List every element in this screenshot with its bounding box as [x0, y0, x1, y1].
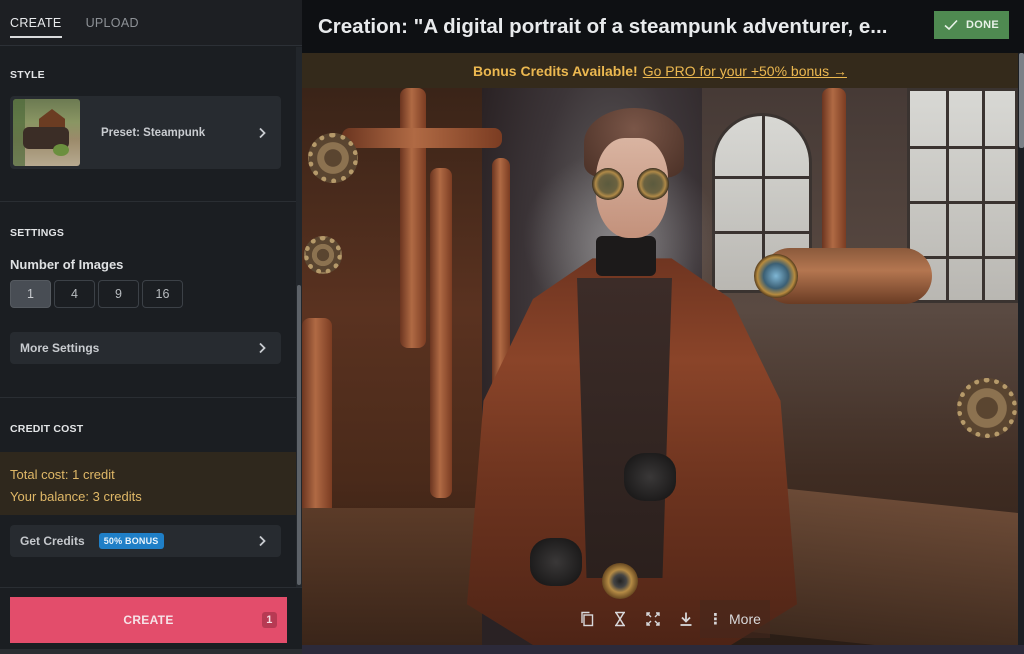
workbench-left [302, 508, 482, 645]
total-cost: Total cost: 1 credit [10, 467, 115, 482]
kebab-icon: ⋮ [708, 611, 723, 628]
done-label: DONE [966, 19, 999, 31]
download-icon[interactable] [669, 609, 702, 629]
chevron-right-icon [257, 127, 269, 139]
telescope-lens [754, 254, 798, 298]
copy-icon[interactable] [570, 609, 603, 629]
tab-create[interactable]: CREATE [10, 0, 62, 46]
images-option-16[interactable]: 16 [142, 280, 183, 308]
more-settings-button[interactable]: More Settings [10, 332, 281, 364]
main-scrollbar[interactable] [1018, 53, 1024, 645]
glove [530, 538, 582, 586]
create-count-badge: 1 [262, 612, 277, 628]
steampunk-portrait [302, 88, 1018, 645]
main-bottom-edge [302, 645, 1024, 654]
pipe [822, 88, 846, 268]
credit-summary: Total cost: 1 credit Your balance: 3 cre… [0, 452, 296, 515]
settings-section-title: SETTINGS [10, 227, 65, 239]
generated-image[interactable]: ⋮ More [302, 88, 1018, 645]
gear [308, 133, 358, 183]
create-button-label: CREATE [123, 613, 174, 627]
vest [577, 278, 672, 578]
gear [304, 236, 342, 274]
pipe [302, 318, 332, 518]
gear [957, 378, 1017, 438]
images-option-9[interactable]: 9 [98, 280, 139, 308]
number-of-images-label: Number of Images [10, 257, 124, 272]
images-option-4[interactable]: 4 [54, 280, 95, 308]
sidebar-tabs: CREATE UPLOAD [0, 0, 302, 46]
goggle-lens-right [637, 168, 669, 200]
sidebar-bottom-edge [0, 649, 302, 654]
settings-section: SETTINGS Number of Images 1 4 9 16 More … [0, 202, 296, 398]
more-button[interactable]: ⋮ More [708, 610, 761, 628]
images-option-1[interactable]: 1 [10, 280, 51, 308]
belt-buckle [602, 563, 638, 599]
collar [596, 236, 656, 276]
sidebar: CREATE UPLOAD STYLE Preset: Steampunk SE… [0, 0, 302, 654]
bonus-banner: Bonus Credits Available! Go PRO for your… [302, 53, 1018, 88]
your-balance: Your balance: 3 credits [10, 489, 142, 504]
checkmark-icon [944, 19, 958, 31]
go-pro-link[interactable]: Go PRO for your +50% bonus → [643, 63, 847, 79]
expand-icon[interactable] [636, 609, 669, 629]
get-credits-label: Get Credits [20, 534, 85, 548]
style-section: STYLE Preset: Steampunk [0, 47, 296, 202]
number-of-images-selector: 1 4 9 16 [10, 280, 286, 308]
page-title: Creation: "A digital portrait of a steam… [318, 14, 888, 38]
pipe [400, 88, 426, 348]
pipe [342, 128, 502, 148]
goggle-lens-left [592, 168, 624, 200]
thumb-bush [53, 144, 69, 156]
glove [624, 453, 676, 501]
preset-selector[interactable]: Preset: Steampunk [10, 96, 281, 169]
tab-upload[interactable]: UPLOAD [86, 0, 139, 46]
style-section-title: STYLE [10, 69, 45, 81]
image-toolbar: ⋮ More [558, 600, 770, 638]
more-label: More [729, 611, 761, 627]
preset-label: Preset: Steampunk [101, 126, 206, 139]
creation-header: Creation: "A digital portrait of a steam… [302, 0, 1024, 53]
main-panel: Creation: "A digital portrait of a steam… [302, 0, 1024, 654]
more-settings-label: More Settings [20, 341, 100, 355]
create-button[interactable]: CREATE 1 [10, 597, 287, 643]
bonus-badge: 50% BONUS [98, 533, 164, 549]
pipe [430, 168, 452, 498]
preset-thumbnail [13, 99, 80, 166]
chevron-right-icon [257, 535, 269, 547]
chevron-right-icon [257, 342, 269, 354]
credit-section-title: CREDIT COST [10, 423, 84, 435]
credit-section: CREDIT COST Total cost: 1 credit Your ba… [0, 398, 296, 586]
sidebar-scrollbar-thumb[interactable] [297, 285, 301, 585]
main-scrollbar-thumb[interactable] [1019, 53, 1024, 148]
hourglass-icon[interactable] [603, 609, 636, 629]
done-button[interactable]: DONE [934, 11, 1009, 39]
sidebar-scroll-area: STYLE Preset: Steampunk SETTINGS Number … [0, 47, 296, 587]
get-credits-button[interactable]: Get Credits 50% BONUS [10, 525, 281, 557]
banner-headline: Bonus Credits Available! [473, 62, 638, 79]
create-footer: CREATE 1 [0, 587, 302, 654]
